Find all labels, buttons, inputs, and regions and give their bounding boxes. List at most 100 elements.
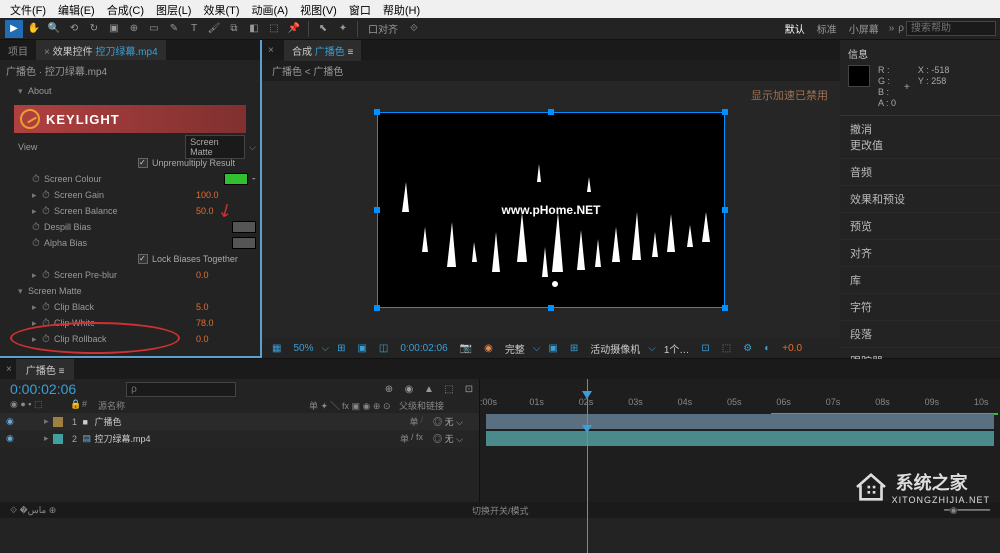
track-bar[interactable]	[486, 414, 994, 429]
align-panel[interactable]: 对齐	[840, 240, 1000, 267]
alpha-bias-swatch[interactable]	[232, 237, 256, 249]
world-axis-icon[interactable]: ✦	[334, 20, 352, 38]
layer-name[interactable]: 控刀绿幕.mp4	[95, 432, 400, 445]
view2-icon[interactable]: ⊞	[566, 343, 582, 354]
views-dropdown[interactable]: 1个…	[660, 341, 694, 356]
layer-color-swatch[interactable]	[53, 417, 63, 427]
panel-menu-icon[interactable]: ×	[6, 364, 12, 375]
channel-icon[interactable]: ◉	[480, 343, 497, 354]
workspace-standard[interactable]: 标准	[811, 21, 843, 36]
menu-effect[interactable]: 效果(T)	[197, 0, 245, 18]
expand-screen-matte-icon[interactable]: ▾	[18, 286, 28, 297]
time-display[interactable]: 0:00:02:06	[396, 343, 451, 354]
layer-color-swatch[interactable]	[53, 434, 63, 444]
menu-file[interactable]: 文件(F)	[4, 0, 52, 18]
bbox-handle[interactable]	[722, 207, 728, 213]
clip-rollback-value[interactable]: 0.0	[196, 334, 256, 344]
guides-icon[interactable]: ▣	[353, 343, 370, 354]
menu-help[interactable]: 帮助(H)	[377, 0, 426, 18]
exposure-icon[interactable]: ◐	[760, 343, 774, 354]
exposure-value[interactable]: +0.0	[778, 343, 806, 354]
menu-edit[interactable]: 编辑(E)	[52, 0, 101, 18]
expand-icon[interactable]: ▸	[32, 190, 42, 201]
character-panel[interactable]: 字符	[840, 294, 1000, 321]
stopwatch-icon[interactable]: ⏱	[42, 318, 54, 329]
panel-menu-icon[interactable]: ×	[268, 45, 280, 56]
snap-toggle[interactable]: 口对齐	[362, 21, 404, 36]
bbox-handle[interactable]	[374, 109, 380, 115]
stopwatch-icon[interactable]: ⏱	[32, 238, 44, 249]
composition-viewer[interactable]: 显示加速已禁用	[262, 81, 840, 338]
bbox-handle[interactable]	[374, 207, 380, 213]
expand-about-icon[interactable]: ▾	[18, 86, 28, 97]
menu-layer[interactable]: 图层(L)	[150, 0, 197, 18]
playhead-line[interactable]	[587, 413, 588, 553]
camera-tool-icon[interactable]: ▣	[105, 20, 123, 38]
stopwatch-icon[interactable]: ⏱	[42, 302, 54, 313]
parent-dropdown[interactable]: ◎ 无 ⌵	[423, 432, 473, 445]
library-panel[interactable]: 库	[840, 267, 1000, 294]
menu-window[interactable]: 窗口	[343, 0, 377, 18]
chevron-down-icon[interactable]: ⌵	[249, 142, 256, 153]
toggle-switches[interactable]: 切换开关/模式	[472, 504, 529, 517]
layer-row[interactable]: ◉ ▸ 1 ■ 广播色 单 / ◎ 无 ⌵	[0, 413, 479, 430]
bbox-handle[interactable]	[722, 305, 728, 311]
visibility-icon[interactable]: ◉	[6, 416, 20, 427]
col-source-name[interactable]: 源名称	[98, 399, 309, 412]
tl-opt3-icon[interactable]: ▲	[420, 380, 438, 398]
zoom-tool-icon[interactable]: 🔍	[45, 20, 63, 38]
expand-icon[interactable]: ▸	[32, 270, 42, 281]
tl-opt4-icon[interactable]: ⬚	[440, 380, 458, 398]
time-ruler[interactable]: :00s01s02s03s04s05s06s07s08s09s10s	[480, 379, 1000, 413]
mask-icon[interactable]: ◫	[375, 343, 392, 354]
eraser-tool-icon[interactable]: ◧	[245, 20, 263, 38]
effects-presets-panel[interactable]: 效果和预设	[840, 186, 1000, 213]
orbit-tool-icon[interactable]: ⟲	[65, 20, 83, 38]
track-bar[interactable]	[486, 431, 994, 446]
tl-opt5-icon[interactable]: ⊡	[460, 380, 478, 398]
lock-biases-checkbox[interactable]	[138, 254, 148, 264]
expand-icon[interactable]: ▸	[32, 206, 42, 217]
undo-panel[interactable]: 撤消 更改值	[840, 116, 1000, 159]
workspace-default[interactable]: 默认	[779, 21, 811, 36]
preview-panel[interactable]: 预览	[840, 213, 1000, 240]
paragraph-panel[interactable]: 段落	[840, 321, 1000, 348]
view-dropdown[interactable]: Screen Matte	[185, 135, 245, 159]
bbox-handle[interactable]	[722, 109, 728, 115]
brush-tool-icon[interactable]: 🖌	[205, 20, 223, 38]
snap-opt-icon[interactable]: ⟐	[405, 20, 423, 38]
quality-dropdown[interactable]: 完整	[501, 341, 529, 356]
current-time[interactable]: 0:00:02:06	[0, 379, 86, 399]
tl-opt1-icon[interactable]: ⊕	[380, 380, 398, 398]
zoom-dropdown[interactable]: 50%	[289, 343, 317, 354]
screen-gain-value[interactable]: 100.0	[196, 190, 256, 200]
timeline-search-input[interactable]	[126, 382, 236, 397]
text-tool-icon[interactable]: T	[185, 20, 203, 38]
expand-icon[interactable]: ▸	[44, 433, 49, 444]
chevron-down-icon[interactable]: ⌵	[533, 343, 541, 354]
timeline-tab[interactable]: 广播色 ≡	[16, 359, 75, 380]
layer-fx[interactable]: / fx	[411, 432, 423, 445]
project-tab[interactable]: 项目	[0, 40, 36, 60]
resolution-icon[interactable]: ⊞	[333, 343, 349, 354]
menu-anim[interactable]: 动画(A)	[246, 0, 295, 18]
v4-icon[interactable]: ⬚	[718, 343, 735, 354]
bbox-handle[interactable]	[548, 109, 554, 115]
chevron-down-icon[interactable]: ⌵	[648, 343, 656, 354]
stopwatch-icon[interactable]: ⏱	[42, 206, 54, 217]
anchor-tool-icon[interactable]: ⊕	[125, 20, 143, 38]
despill-bias-swatch[interactable]	[232, 221, 256, 233]
roto-tool-icon[interactable]: ⬚	[265, 20, 283, 38]
pen-tool-icon[interactable]: ✎	[165, 20, 183, 38]
snapshot-icon[interactable]: 📷	[456, 343, 476, 354]
screen-colour-swatch[interactable]	[224, 173, 248, 185]
v5-icon[interactable]: ⚙	[739, 343, 756, 354]
comp-tab[interactable]: 合成 广播色 ≡	[284, 40, 361, 61]
stopwatch-icon[interactable]: ⏱	[42, 334, 54, 345]
alpha-toggle-icon[interactable]: ▦	[268, 343, 285, 354]
bbox-handle[interactable]	[548, 305, 554, 311]
rect-tool-icon[interactable]: ▭	[145, 20, 163, 38]
puppet-tool-icon[interactable]: 📌	[285, 20, 303, 38]
expand-icon[interactable]: ▸	[44, 416, 49, 427]
col-parent[interactable]: 父级和链接	[399, 399, 469, 412]
